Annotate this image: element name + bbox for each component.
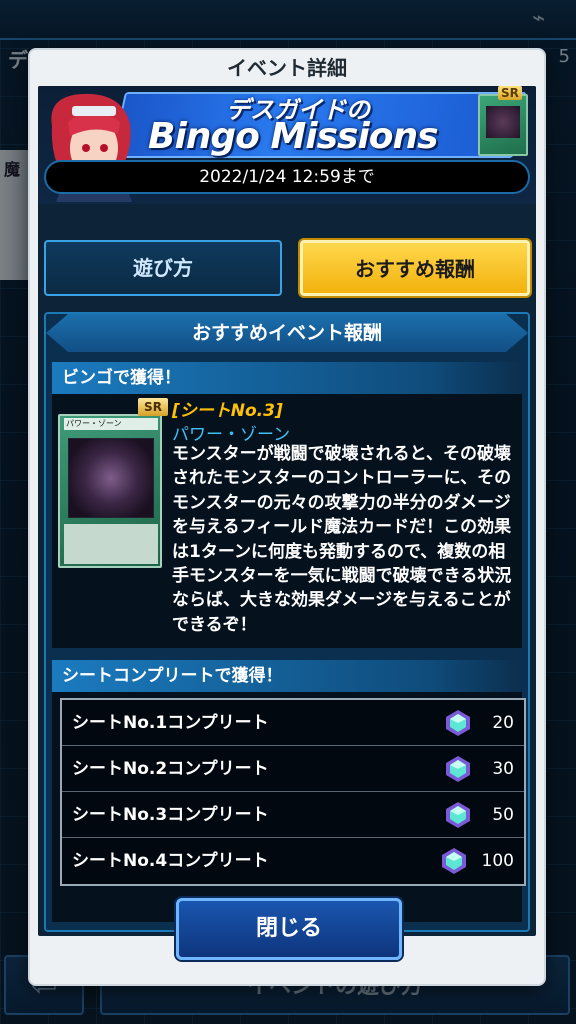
- complete-section-header: シートコンプリートで獲得！: [52, 660, 522, 692]
- gem-count: 100: [481, 851, 514, 871]
- banner-card-image: [478, 94, 528, 156]
- card-art: [68, 438, 154, 518]
- panel-title: おすすめイベント報酬: [46, 314, 528, 352]
- modal-content: デスガイドの Bingo Missions SR 2022/1/24 12:59…: [38, 86, 536, 936]
- gem-icon: [442, 848, 466, 874]
- sheet-tag: [シートNo.3]: [172, 401, 283, 421]
- list-item-label: シートNo.4コンプリート: [72, 851, 269, 871]
- list-item: シートNo.2コンプリート 30: [62, 746, 524, 792]
- gem-icon: [446, 756, 470, 782]
- event-banner: デスガイドの Bingo Missions SR 2022/1/24 12:59…: [38, 86, 536, 204]
- card-description: モンスターが戦闘で破壊されると、その破壊されたモンスターのコントローラーに、その…: [172, 444, 512, 635]
- rewards-panel: おすすめイベント報酬 ビンゴで獲得！ パワー・ゾーン SR [シートNo.3] …: [44, 312, 530, 932]
- close-button[interactable]: 閉じる: [176, 898, 402, 960]
- gem-icon: [446, 710, 470, 736]
- modal-title: イベント詳細: [227, 56, 347, 80]
- gem-count: 30: [492, 759, 514, 779]
- list-item: シートNo.3コンプリート 50: [62, 792, 524, 838]
- bingo-reward: パワー・ゾーン SR [シートNo.3] パワー・ゾーン モンスターが戦闘で破壊…: [52, 394, 522, 648]
- tab-how-to-play[interactable]: 遊び方: [44, 240, 282, 296]
- card-text-box: [64, 524, 158, 564]
- banner-sr-badge: SR: [498, 86, 522, 100]
- list-item-label: シートNo.3コンプリート: [72, 805, 269, 825]
- list-item: シートNo.1コンプリート 20: [62, 700, 524, 746]
- banner-title-en: Bingo Missions: [148, 116, 439, 157]
- list-item: シートNo.4コンプリート 100: [62, 838, 524, 884]
- complete-reward-list: シートNo.1コンプリート 20 シートNo.2コンプリート 30 シートNo.…: [60, 698, 526, 886]
- card-image-name: パワー・ゾーン: [64, 418, 158, 430]
- gem-count: 50: [492, 805, 514, 825]
- list-item-label: シートNo.1コンプリート: [72, 713, 269, 733]
- list-item-label: シートNo.2コンプリート: [72, 759, 269, 779]
- event-detail-modal: イベント詳細 デスガイドの Bingo Missions SR 2022/1/2…: [30, 50, 544, 984]
- complete-rewards: シートNo.1コンプリート 20 シートNo.2コンプリート 30 シートNo.…: [52, 692, 526, 922]
- event-end-date: 2022/1/24 12:59まで: [44, 160, 530, 194]
- gem-count: 20: [492, 713, 514, 733]
- bingo-section-header: ビンゴで獲得！: [52, 362, 522, 394]
- gem-icon: [446, 802, 470, 828]
- card-image[interactable]: パワー・ゾーン: [58, 414, 162, 568]
- tab-recommended-rewards[interactable]: おすすめ報酬: [300, 240, 530, 296]
- rarity-badge: SR: [138, 398, 168, 416]
